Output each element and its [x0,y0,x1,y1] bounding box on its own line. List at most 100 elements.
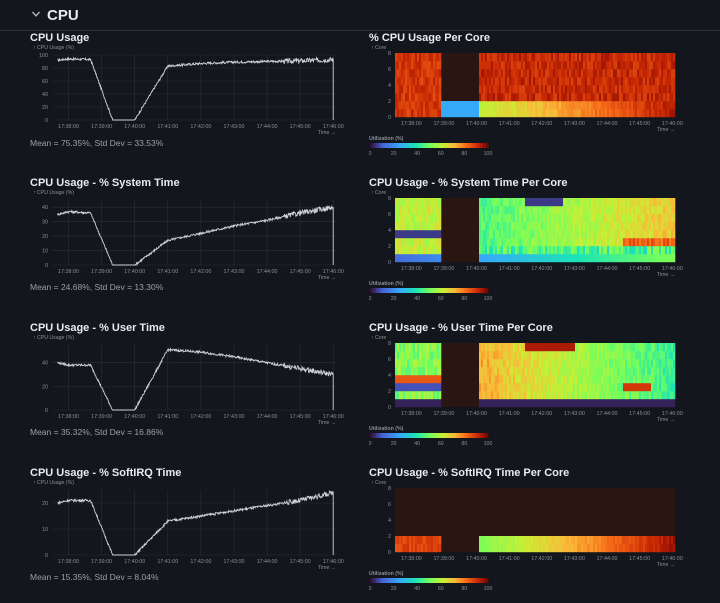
heatmap-cell [485,536,488,545]
heatmap-cell [435,214,438,223]
heatmap-cell [405,383,408,392]
heatmap-cell [611,101,614,110]
heatmap-cell [405,101,408,110]
heatmap-chart[interactable]: ↑ Core0246817:38:00 17:39:00 17:40:00 17:41… [369,32,689,160]
section-title: CPU [47,7,79,24]
section-header[interactable]: CPU [0,0,720,31]
heatmap-cell [629,85,632,94]
legend-swatch [448,288,451,293]
heatmap-cell [601,343,604,352]
heatmap-cell [401,351,404,360]
line-chart[interactable]: ↑ CPU Usage (%)0102017:38:00 17:39:00 17:4… [30,467,350,572]
heatmap-cell [555,230,558,239]
heatmap-cell [557,399,560,408]
legend-swatch [440,143,444,148]
heatmap-cell [497,230,500,239]
legend-swatch [478,578,481,583]
heatmap-cell [565,351,568,360]
heatmap-cell [501,238,504,247]
heatmap-cell [549,391,552,400]
heatmap-cell [483,214,486,223]
heatmap-chart[interactable]: ↑ Core0246817:38:00 17:39:00 17:40:00 17:41… [369,177,689,305]
heatmap-cell [497,53,500,62]
heatmap-cell [541,214,544,223]
heatmap-cell [665,69,668,78]
legend-swatch [434,433,438,438]
heatmap-cell [625,536,628,545]
legend-swatch [401,288,404,293]
heatmap-cell [659,69,662,78]
heatmap-cell [493,351,496,360]
heatmap-cell [495,214,498,223]
heatmap-cell [435,109,438,118]
heatmap-cell [475,109,478,118]
heatmap-cell [605,214,608,223]
heatmap-chart[interactable]: ↑ Core0246817:38:00 17:39:00 17:40:00 17:41… [369,322,689,450]
heatmap-cell [609,343,612,352]
heatmap-cell [659,222,662,231]
heatmap-cell [511,222,514,231]
heatmap-cell [491,206,494,215]
heatmap-cell [395,222,398,231]
heatmap-cell [575,351,578,360]
heatmap-cell [437,85,440,94]
series-line [57,204,334,267]
heatmap-cell [481,359,484,368]
heatmap-cell [553,246,556,255]
heatmap-chart[interactable]: ↑ Core0246817:38:00 17:39:00 17:40:00 17:41… [369,467,689,595]
heatmap-cell [503,544,506,553]
heatmap-cell [487,198,490,207]
heatmap-cell [511,399,514,408]
heatmap-cell [545,222,548,231]
heatmap-cell [663,544,666,553]
heatmap-cell [621,391,624,400]
heatmap-cell [551,367,554,376]
heatmap-cell [429,93,432,102]
heatmap-cell [617,222,620,231]
chevron-down-icon[interactable] [31,9,41,19]
heatmap-cell [615,254,618,263]
line-chart[interactable]: ↑ CPU Usage (%)01020304017:38:00 17:39:00… [30,177,350,282]
heatmap-cell [579,238,582,247]
heatmap-cell [415,343,418,352]
heatmap-cell [629,367,632,376]
legend-swatch [486,288,489,293]
heatmap-cell [433,367,436,376]
heatmap-cell [549,230,552,239]
heatmap-cell [541,206,544,215]
heatmap-cell [497,77,500,86]
legend-swatch [419,143,422,148]
heatmap-cell [593,53,596,62]
heatmap-cell [551,53,554,62]
heatmap-cell [461,109,464,118]
heatmap-cell [625,351,628,360]
heatmap-cell [543,544,546,553]
heatmap-cell [531,93,534,102]
heatmap-cell [501,246,504,255]
heatmap-cell [443,101,446,110]
heatmap-cell [535,93,538,102]
heatmap-cell [631,391,634,400]
heatmap-cell [533,536,536,545]
heatmap-cell [509,93,512,102]
heatmap-cell [593,222,596,231]
heatmap-cell [513,536,516,545]
heatmap-cell [609,254,612,263]
heatmap-cell [507,230,510,239]
heatmap-cell [419,206,422,215]
heatmap-cell [511,77,514,86]
heatmap-cell [429,222,432,231]
legend-swatch [452,578,455,583]
legend-swatch [440,578,444,583]
heatmap-cell [581,375,584,384]
heatmap-cell [521,238,524,247]
heatmap-cell [631,359,634,368]
heatmap-cell [633,359,636,368]
heatmap-cell [507,254,510,263]
heatmap-cell [553,214,556,223]
heatmap-cell [505,109,508,118]
line-chart[interactable]: ↑ CPU Usage (%)02040608010017:38:00 17:39… [30,32,350,137]
heatmap-cell [429,367,432,376]
line-chart[interactable]: ↑ CPU Usage (%)0204017:38:00 17:39:00 17:4… [30,322,350,427]
heatmap-cell [523,230,526,239]
